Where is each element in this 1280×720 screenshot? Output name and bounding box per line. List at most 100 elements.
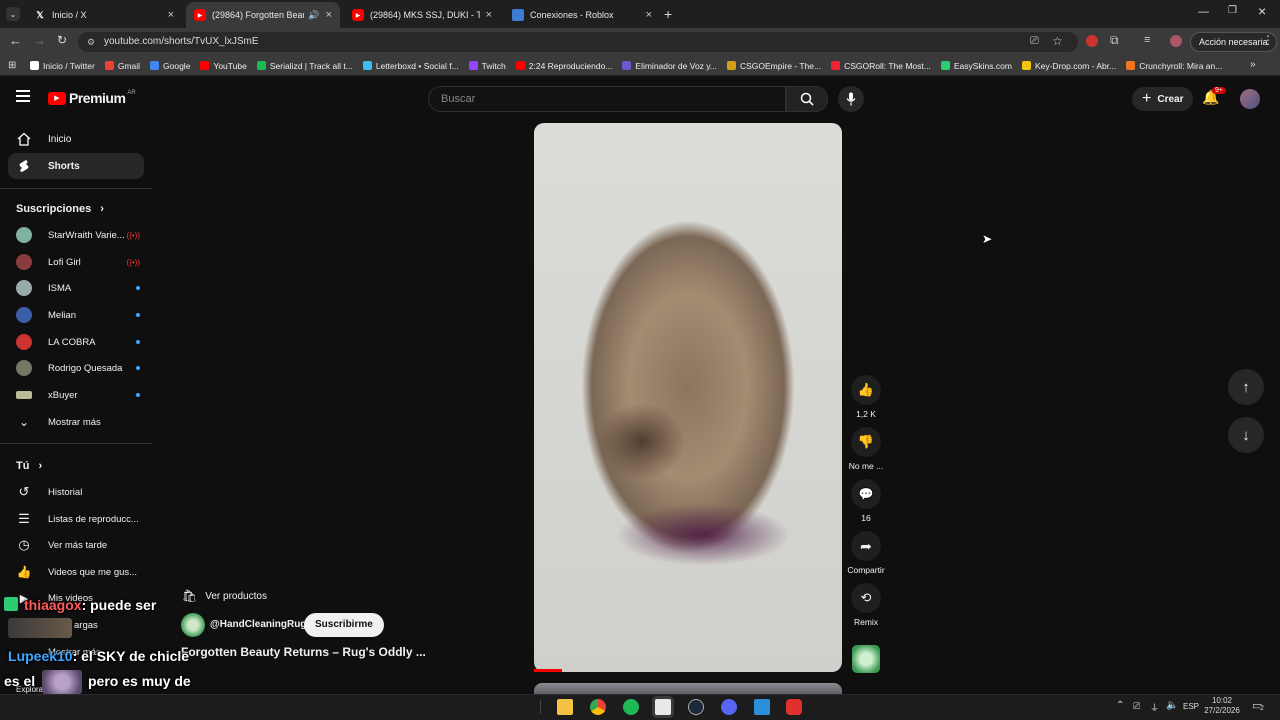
- sidebar-item-watch-later[interactable]: ◷ Ver más tarde: [16, 534, 140, 556]
- channel-avatar[interactable]: [181, 613, 205, 637]
- create-button[interactable]: + Crear: [1132, 87, 1194, 111]
- apps-grid-icon[interactable]: ⊞: [8, 60, 16, 71]
- close-icon[interactable]: ×: [168, 9, 174, 21]
- new-tab-button[interactable]: +: [664, 6, 672, 22]
- subscription-melian[interactable]: Melian: [16, 304, 140, 326]
- back-icon[interactable]: ←: [9, 33, 22, 48]
- subscription-starwraith[interactable]: StarWraith Varie... ((•)): [16, 224, 140, 246]
- minimize-button[interactable]: —: [1198, 6, 1209, 18]
- bookmark-item[interactable]: Eliminador de Voz y...: [622, 61, 717, 71]
- search-input[interactable]: Buscar: [428, 86, 786, 112]
- app-icon[interactable]: [786, 699, 802, 715]
- search-button[interactable]: [786, 86, 828, 112]
- bookmark-item[interactable]: Letterboxd • Social f...: [362, 61, 459, 71]
- clock[interactable]: 10:02 27/2/2026: [1202, 696, 1242, 716]
- youtube-premium-logo[interactable]: ▶ Premium AR: [48, 90, 136, 106]
- hamburger-menu-icon[interactable]: [16, 90, 30, 102]
- usb-icon[interactable]: ⏚: [1150, 701, 1159, 714]
- bookmarks-overflow-icon[interactable]: »: [1250, 59, 1256, 70]
- tab-search-button[interactable]: ⌄: [6, 7, 20, 21]
- bookmark-item[interactable]: Key-Drop.com - Abr...: [1021, 61, 1116, 71]
- avatar[interactable]: [1240, 89, 1260, 109]
- app-icon[interactable]: [754, 699, 770, 715]
- menu-kebab-icon[interactable]: ⋮: [1262, 33, 1274, 47]
- sidebar-item-shorts[interactable]: Shorts: [8, 153, 144, 179]
- bookmark-item[interactable]: Google: [150, 61, 190, 71]
- comments-button[interactable]: 💬 16: [836, 479, 896, 523]
- sidebar-item-liked-videos[interactable]: 👍 Videos que me gus...: [16, 561, 140, 583]
- chat-badge-icon: [4, 597, 18, 611]
- reload-icon[interactable]: ↻: [57, 33, 67, 47]
- bookmark-item[interactable]: Gmail: [104, 61, 140, 71]
- audio-thumbnail[interactable]: [852, 645, 880, 673]
- tab-youtube-active[interactable]: ▶ (29864) Forgotten Beauty R 🔊 ×: [186, 2, 340, 28]
- address-bar[interactable]: ⚙ youtube.com/shorts/TvUX_lxJSmE: [78, 32, 1078, 52]
- voice-search-button[interactable]: [838, 86, 864, 112]
- tab-roblox[interactable]: Conexiones - Roblox ×: [504, 2, 660, 28]
- close-window-button[interactable]: ×: [1258, 3, 1266, 19]
- discord-icon[interactable]: [721, 699, 737, 715]
- share-button[interactable]: ➦ Compartir: [836, 531, 896, 575]
- restore-button[interactable]: ❐: [1228, 5, 1237, 16]
- x-icon: 𝕏: [36, 9, 44, 20]
- short-title[interactable]: Forgotten Beauty Returns – Rug's Oddly .…: [181, 645, 426, 659]
- volume-icon[interactable]: 🔈: [1166, 700, 1178, 711]
- bookmark-item[interactable]: Serializd | Track all t...: [256, 61, 353, 71]
- network-icon[interactable]: ⎚: [1133, 701, 1140, 712]
- system-tray-chevron-icon[interactable]: ⌃: [1116, 700, 1124, 711]
- close-icon[interactable]: ×: [326, 9, 332, 21]
- close-icon[interactable]: ×: [646, 9, 652, 21]
- file-explorer-icon[interactable]: [557, 699, 573, 715]
- subscription-xbuyer[interactable]: xBuyer: [16, 384, 140, 406]
- extensions-puzzle-icon[interactable]: ⧉: [1110, 33, 1119, 48]
- chrome-icon[interactable]: [590, 699, 606, 715]
- bookmark-item[interactable]: CSGOEmpire - The...: [726, 61, 821, 71]
- tab-youtube-music[interactable]: ▶ (29864) MKS SSJ, DUKI - TU SIL ×: [344, 2, 500, 28]
- microphone-icon: [846, 92, 856, 106]
- video-progress-bar[interactable]: [534, 669, 562, 672]
- bookmark-item[interactable]: Twitch: [468, 61, 506, 71]
- forward-icon[interactable]: →: [33, 33, 46, 48]
- bookmark-favicon-icon: [256, 61, 266, 70]
- bookmark-item[interactable]: Crunchyroll: Mira an...: [1126, 61, 1222, 71]
- bookmark-item[interactable]: 2:24 Reproduciendo...: [515, 61, 612, 71]
- steam-icon[interactable]: [688, 699, 704, 715]
- like-button[interactable]: 👍 1,2 K: [836, 375, 896, 419]
- profile-avatar[interactable]: [1170, 35, 1182, 47]
- previous-short-button[interactable]: ↑: [1228, 369, 1264, 405]
- remix-button[interactable]: ⟲ Remix: [836, 583, 896, 627]
- next-short-button[interactable]: ↓: [1228, 417, 1264, 453]
- media-controls-icon[interactable]: ≡: [1144, 34, 1150, 46]
- close-icon[interactable]: ×: [486, 9, 492, 21]
- sidebar-item-history[interactable]: ↺ Historial: [16, 481, 140, 503]
- dislike-button[interactable]: 👎 No me ...: [836, 427, 896, 471]
- subscription-rodrigo-quesada[interactable]: Rodrigo Quesada: [16, 357, 140, 379]
- site-info-icon[interactable]: ⚙: [87, 32, 95, 52]
- subscriptions-show-more[interactable]: ⌄ Mostrar más: [16, 411, 140, 433]
- spotify-icon[interactable]: [623, 699, 639, 715]
- subscription-isma[interactable]: ISMA: [16, 277, 140, 299]
- subscriptions-heading[interactable]: Suscripciones ›: [16, 203, 104, 215]
- extension-icon[interactable]: [1086, 35, 1098, 47]
- subscription-lofi-girl[interactable]: Lofi Girl ((•)): [16, 251, 140, 273]
- short-video-player[interactable]: [534, 123, 842, 672]
- notepad-icon[interactable]: [655, 699, 671, 715]
- install-app-icon[interactable]: ⎚: [1030, 35, 1039, 48]
- language-indicator[interactable]: ESP: [1183, 702, 1199, 711]
- tab-x[interactable]: 𝕏 Inicio / X ×: [26, 2, 182, 28]
- bookmark-item[interactable]: CSGORoll: The Most...: [831, 61, 931, 71]
- bookmark-item[interactable]: YouTube: [200, 61, 247, 71]
- you-heading[interactable]: Tú ›: [16, 460, 42, 472]
- speaker-icon[interactable]: 🔊: [308, 10, 319, 21]
- sidebar-item-playlists[interactable]: ☰ Listas de reproducc...: [16, 508, 140, 530]
- bookmark-item[interactable]: EasySkins.com: [940, 61, 1012, 71]
- subscribe-button[interactable]: Suscribirme: [304, 613, 384, 637]
- bookmark-star-icon[interactable]: ☆: [1052, 34, 1063, 48]
- channel-name[interactable]: @HandCleaningRugs: [210, 619, 312, 630]
- view-products-button[interactable]: 🛍 Ver productos: [182, 589, 267, 603]
- subscription-la-cobra[interactable]: LA COBRA: [16, 331, 140, 353]
- sidebar-item-home[interactable]: Inicio: [8, 126, 144, 152]
- notification-center-icon[interactable]: ▭ 2: [1252, 699, 1264, 712]
- bookmark-item[interactable]: Inicio / Twitter: [30, 61, 95, 71]
- notifications-button[interactable]: 🔔 9+: [1202, 87, 1226, 106]
